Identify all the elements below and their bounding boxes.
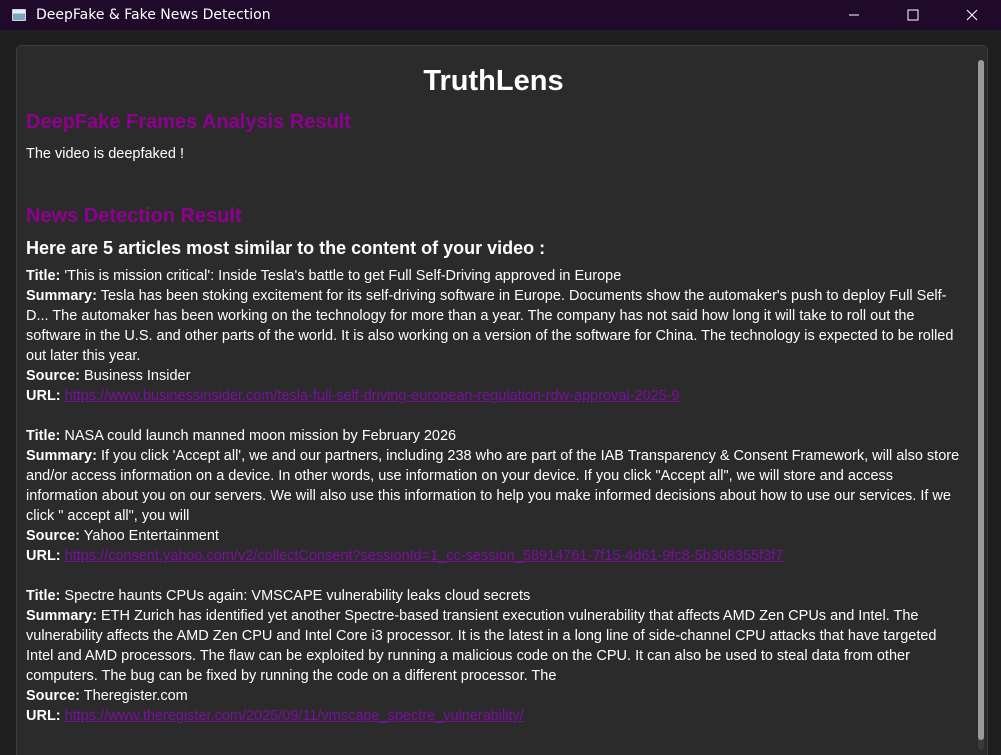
results-panel: TruthLens DeepFake Frames Analysis Resul…	[16, 45, 988, 755]
article-title: Title: Spectre haunts CPUs again: VMSCAP…	[26, 586, 961, 606]
article-summary-text: Tesla has been stoking excitement for it…	[26, 288, 954, 364]
app-window: DeepFake & Fake News Detection TruthLens…	[0, 0, 1001, 755]
close-icon	[966, 9, 977, 21]
article-source-text: Yahoo Entertainment	[83, 528, 219, 544]
summary-label: Summary:	[26, 608, 97, 624]
title-label: Title:	[26, 588, 61, 604]
results-scroll-area[interactable]: TruthLens DeepFake Frames Analysis Resul…	[26, 54, 961, 755]
articles-intro: Here are 5 articles most similar to the …	[26, 238, 546, 258]
title-label: Title:	[26, 268, 61, 284]
article-item: Title: 'This is mission critical': Insid…	[26, 266, 961, 406]
news-heading: News Detection Result	[26, 205, 242, 227]
article-source: Source: Theregister.com	[26, 686, 961, 706]
minimize-button[interactable]	[824, 0, 883, 30]
article-summary: Summary: Tesla has been stoking exciteme…	[26, 286, 961, 366]
article-item: Title: Spectre haunts CPUs again: VMSCAP…	[26, 586, 961, 726]
close-button[interactable]	[942, 0, 1001, 30]
summary-label: Summary:	[26, 288, 97, 304]
scrollbar-thumb[interactable]	[978, 60, 984, 740]
deepfake-result-text: The video is deepfaked !	[26, 146, 184, 162]
article-url: URL: https://consent.yahoo.com/v2/collec…	[26, 546, 961, 566]
maximize-icon	[907, 9, 918, 21]
article-url-link[interactable]: https://www.theregister.com/2025/09/11/v…	[65, 708, 524, 724]
article-url: URL: https://www.theregister.com/2025/09…	[26, 706, 961, 726]
article-source-text: Theregister.com	[83, 688, 188, 704]
url-label: URL:	[26, 708, 61, 724]
app-title: TruthLens	[423, 65, 564, 97]
article-url-link[interactable]: https://consent.yahoo.com/v2/collectCons…	[65, 548, 784, 564]
article-summary: Summary: ETH Zurich has identified yet a…	[26, 606, 961, 686]
window-controls	[824, 0, 1001, 30]
url-label: URL:	[26, 548, 61, 564]
source-label: Source:	[26, 528, 80, 544]
title-bar[interactable]: DeepFake & Fake News Detection	[0, 0, 1001, 30]
url-label: URL:	[26, 388, 61, 404]
source-label: Source:	[26, 688, 80, 704]
deepfake-heading: DeepFake Frames Analysis Result	[26, 111, 351, 133]
article-title-text: Spectre haunts CPUs again: VMSCAPE vulne…	[64, 588, 531, 604]
window-title: DeepFake & Fake News Detection	[36, 7, 271, 23]
article-summary-text: ETH Zurich has identified yet another Sp…	[26, 608, 937, 684]
article-item: Title: NASA could launch manned moon mis…	[26, 426, 961, 566]
article-title-text: NASA could launch manned moon mission by…	[64, 428, 457, 444]
vertical-scrollbar[interactable]	[978, 60, 984, 750]
article-source-text: Business Insider	[84, 368, 191, 384]
article-title: Title: NASA could launch manned moon mis…	[26, 426, 961, 446]
article-source: Source: Yahoo Entertainment	[26, 526, 961, 546]
title-label: Title:	[26, 428, 61, 444]
source-label: Source:	[26, 368, 80, 384]
app-window-icon	[12, 9, 26, 21]
article-summary: Summary: If you click 'Accept all', we a…	[26, 446, 961, 526]
article-title: Title: 'This is mission critical': Insid…	[26, 266, 961, 286]
article-source: Source: Business Insider	[26, 366, 961, 386]
article-url: URL: https://www.businessinsider.com/tes…	[26, 386, 961, 406]
maximize-button[interactable]	[883, 0, 942, 30]
summary-label: Summary:	[26, 448, 97, 464]
minimize-icon	[848, 14, 859, 16]
article-url-link[interactable]: https://www.businessinsider.com/tesla-fu…	[65, 388, 680, 404]
article-title-text: 'This is mission critical': Inside Tesla…	[64, 268, 622, 284]
article-summary-text: If you click 'Accept all', we and our pa…	[26, 448, 960, 524]
